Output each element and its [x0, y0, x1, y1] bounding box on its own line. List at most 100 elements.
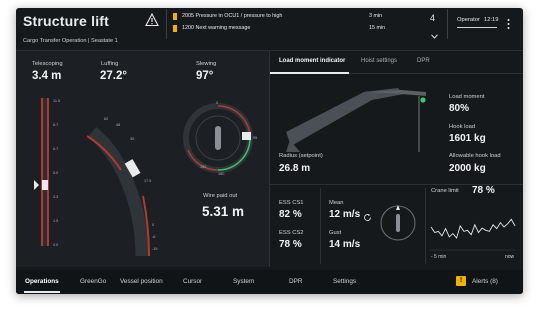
- nav-dpr[interactable]: DPR: [289, 278, 303, 285]
- warning-marker-icon: [173, 13, 177, 20]
- wind-gust-value: 14 m/s: [329, 239, 361, 250]
- crane-limit-trend-chart: [430, 218, 516, 251]
- nav-active-underline: [24, 291, 60, 293]
- operator-underline: [457, 27, 497, 28]
- telescoping-tick-label: 3.3: [53, 195, 58, 199]
- crane-limit-label: Crane limit: [431, 188, 459, 194]
- slewing-position-marker: [242, 132, 251, 140]
- trend-start-label: - 5 min: [431, 254, 447, 260]
- alert-warning-icon[interactable]: !: [456, 276, 466, 286]
- alarm-text: 2005 Pressure in OCU1 / pressure to high: [182, 13, 283, 19]
- chevron-down-icon[interactable]: [431, 26, 438, 39]
- hook-load-value: 1601 kg: [449, 133, 486, 144]
- nav-vessel-position[interactable]: Vessel position: [120, 278, 163, 285]
- slewing-tick-label: 0: [216, 101, 218, 105]
- slewing-safe-arc: [217, 137, 251, 171]
- allowable-hook-load-label: Allowable hook load: [449, 153, 501, 159]
- ess-cs1-label: ESS CS1: [279, 200, 304, 206]
- telescoping-tick-label: 1.5: [53, 219, 58, 223]
- operation-subtitle: Cargo Transfer Operation | Seastate 1: [23, 38, 118, 44]
- ess-cs1-value: 82 %: [279, 209, 302, 220]
- operator-label[interactable]: Operator: [457, 17, 480, 23]
- trend-end-label: now: [505, 254, 515, 260]
- slewing-gauge: 0 95 150 180: [183, 101, 257, 176]
- luffing-tick-label: -15: [152, 247, 158, 251]
- warning-triangle-icon[interactable]: [145, 12, 159, 27]
- tab-hoist-settings[interactable]: Hoist settings: [361, 58, 397, 64]
- telescoping-tick-label: 11.5: [53, 99, 60, 103]
- wire-value: 5.31 m: [202, 204, 245, 219]
- section-divider: [425, 188, 426, 264]
- wire-label: Wire paid out: [203, 193, 238, 199]
- telescoping-limit-bar: [41, 98, 43, 246]
- wind-compass: [380, 205, 416, 241]
- luffing-label: Luffing: [101, 61, 119, 67]
- luffing-tick-label: 30: [130, 137, 134, 141]
- telescoping-pointer-icon: [34, 180, 39, 190]
- wind-gust-label: Gust: [329, 230, 342, 236]
- luffing-tick-label: -6: [152, 235, 155, 239]
- luffing-tick-label: 62: [104, 117, 108, 121]
- header-divider: [166, 9, 167, 39]
- radius-label: Radius (setpoint): [279, 153, 323, 159]
- telescoping-tick-label: 6.7: [53, 147, 58, 151]
- crane-diagram: [286, 88, 426, 152]
- telescoping-value: 3.4 m: [32, 70, 62, 82]
- section-divider: [320, 188, 321, 264]
- nav-cursor[interactable]: Cursor: [183, 278, 202, 285]
- luffing-tick-label: 0: [152, 223, 154, 227]
- slewing-tick-label: 150: [200, 165, 206, 169]
- telescoping-tick-label: 0.0: [53, 243, 58, 247]
- wind-mean-label: Mean: [329, 200, 344, 206]
- refresh-icon[interactable]: [363, 209, 372, 221]
- telescoping-limit-bar: [47, 98, 49, 246]
- header-divider: [447, 9, 448, 39]
- load-moment-value: 80%: [449, 103, 470, 114]
- allowable-hook-load-value: 2000 kg: [449, 163, 486, 174]
- crane-limit-trend-line: [430, 218, 516, 239]
- alarm-count: 4: [430, 13, 436, 23]
- luffing-tick-label: 48: [116, 123, 120, 127]
- slewing-tick-label: 95: [253, 136, 257, 140]
- warning-marker-icon: [173, 25, 177, 32]
- vessel-icon: [215, 126, 221, 150]
- alarm-time: 15 min: [369, 25, 386, 31]
- alarm-row[interactable]: 1200 Next warning message 15 min: [170, 24, 426, 35]
- crane-limit-value: 78 %: [472, 185, 495, 196]
- nav-system[interactable]: System: [233, 278, 254, 285]
- telescoping-position-marker: [42, 180, 48, 190]
- panel-separator: [269, 51, 270, 267]
- wind-mean-value: 12 m/s: [329, 209, 361, 220]
- alarm-list[interactable]: 2005 Pressure in OCU1 / pressure to high…: [170, 9, 426, 37]
- tab-dpr[interactable]: DPR: [417, 58, 430, 64]
- hook-load-label: Hook load: [449, 124, 476, 130]
- app-window: Structure lift 2005 Pressure in OCU1 / p…: [16, 8, 523, 294]
- vessel-icon: [396, 214, 400, 232]
- tab-active-underline: [270, 72, 349, 74]
- nav-operations[interactable]: Operations: [25, 278, 59, 285]
- radius-value: 26.8 m: [279, 163, 311, 174]
- clock: 12:19: [484, 17, 499, 23]
- slewing-tick-label: 180: [218, 172, 224, 176]
- luffing-gauge: 62 48 30 17.5 0 -6 -15: [86, 117, 158, 257]
- load-moment-label: Load moment: [449, 94, 485, 100]
- slewing-label: Slewing: [196, 61, 217, 67]
- luffing-tick-label: 17.5: [144, 179, 151, 183]
- luffing-arc: [87, 126, 149, 257]
- alarm-row[interactable]: 2005 Pressure in OCU1 / pressure to high…: [170, 12, 426, 23]
- tab-load-moment-indicator[interactable]: Load moment indicator: [279, 58, 345, 64]
- alarm-text: 1200 Next warning message: [182, 25, 251, 31]
- telescoping-tick-label: 5.0: [53, 171, 58, 175]
- nav-greengo[interactable]: GreenGo: [80, 278, 106, 285]
- telescoping-tick-label: 8.7: [53, 123, 58, 127]
- telescoping-label: Telescoping: [32, 61, 63, 67]
- nav-settings[interactable]: Settings: [333, 278, 356, 285]
- more-menu-icon[interactable]: [507, 17, 510, 29]
- alarm-time: 3 min: [369, 13, 383, 19]
- ess-cs2-label: ESS CS2: [279, 230, 304, 236]
- slewing-value: 97°: [196, 70, 214, 82]
- nav-alerts[interactable]: Alerts (8): [472, 278, 498, 285]
- luffing-value: 27.2°: [100, 70, 127, 82]
- telescoping-gauge: 11.5 8.7 6.7 5.0 3.3 1.5 0.0: [34, 98, 60, 247]
- status-ok-icon: [420, 97, 426, 103]
